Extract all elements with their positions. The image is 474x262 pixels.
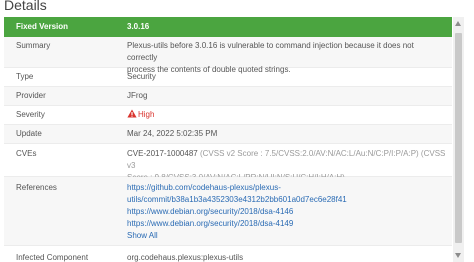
infected-component-row: Infected Component org.codehaus.plexus:p…	[4, 246, 452, 262]
cves-label: CVEs	[16, 149, 37, 158]
cve-id: CVE-2017-1000487	[127, 149, 198, 158]
references-row: References https://github.com/codehaus-p…	[4, 177, 452, 246]
infected-component-label: Infected Component	[16, 253, 89, 262]
references-label: References	[16, 183, 57, 192]
severity-value: High	[127, 109, 446, 121]
type-label: Type	[16, 72, 34, 81]
provider-value: JFrog	[127, 91, 148, 100]
reference-link-github[interactable]: https://github.com/codehaus-plexus/plexu…	[127, 182, 446, 206]
warning-triangle-icon	[127, 109, 137, 118]
provider-label: Provider	[16, 91, 46, 100]
severity-row: Severity High	[4, 106, 452, 125]
fixed-version-row: Fixed Version 3.0.16	[4, 17, 452, 37]
reference-link-dsa-4146[interactable]: https://www.debian.org/security/2018/dsa…	[127, 206, 446, 218]
references-value: https://github.com/codehaus-plexus/plexu…	[127, 182, 446, 242]
severity-label: Severity	[16, 110, 45, 119]
fixed-version-value: 3.0.16	[127, 22, 150, 31]
summary-line-1: Plexus-utils before 3.0.16 is vulnerable…	[127, 41, 414, 62]
cves-line-1: CVE-2017-1000487 (CVSS v2 Score : 7.5/CV…	[127, 148, 446, 172]
reference-link-github-line-2: utils/commit/b38a1b3a4352303e4312b2bb601…	[127, 195, 347, 204]
severity-text: High	[138, 110, 155, 119]
summary-row: Summary Plexus-utils before 3.0.16 is vu…	[4, 37, 452, 74]
show-all-link[interactable]: Show All	[127, 230, 446, 242]
provider-row: Provider JFrog	[4, 87, 452, 106]
vertical-scrollbar[interactable]	[453, 17, 464, 262]
scroll-down-arrow-icon[interactable]	[455, 253, 461, 258]
infected-component-value: org.codehaus.plexus:plexus-utils	[127, 253, 244, 262]
update-label: Update	[16, 129, 42, 138]
type-row: Type Security	[4, 68, 452, 87]
update-row: Update Mar 24, 2022 5:02:35 PM	[4, 125, 452, 144]
update-value: Mar 24, 2022 5:02:35 PM	[127, 129, 218, 138]
details-title: Details	[4, 0, 47, 13]
reference-link-github-line-1: https://github.com/codehaus-plexus/plexu…	[127, 183, 281, 192]
type-value: Security	[127, 72, 156, 81]
summary-label: Summary	[16, 41, 51, 50]
scrollbar-thumb[interactable]	[455, 33, 462, 243]
reference-link-dsa-4149[interactable]: https://www.debian.org/security/2018/dsa…	[127, 218, 446, 230]
fixed-version-label: Fixed Version	[16, 22, 69, 31]
details-table: Fixed Version 3.0.16 Summary Plexus-util…	[4, 17, 452, 262]
scroll-up-arrow-icon[interactable]	[455, 21, 461, 26]
cves-row: CVEs CVE-2017-1000487 (CVSS v2 Score : 7…	[4, 144, 452, 182]
